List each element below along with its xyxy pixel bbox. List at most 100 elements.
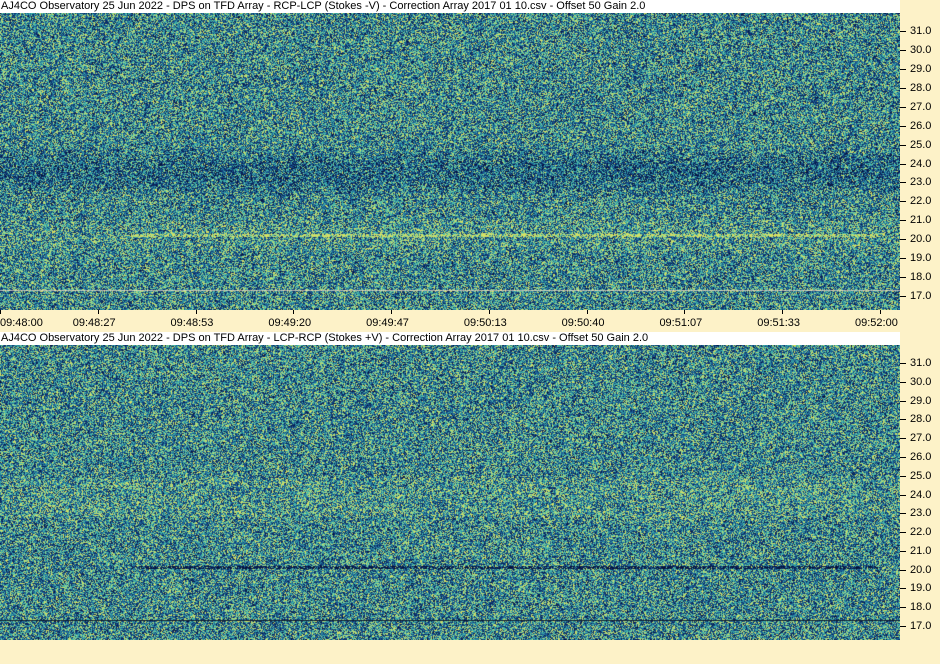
freq-tick-label: 31.0 — [910, 357, 932, 369]
tick-mark — [900, 87, 906, 89]
tick-mark — [900, 381, 906, 383]
freq-tick-label: 21.0 — [910, 544, 932, 557]
top-spectrogram[interactable] — [0, 13, 900, 310]
tick-mark — [293, 310, 295, 314]
top-freq-tick: 17.0 — [900, 290, 940, 302]
top-freq-tick: 31.0 — [900, 25, 940, 37]
bottom-freq-tick: 31.0 — [900, 357, 940, 369]
freq-tick-label: 22.0 — [910, 526, 932, 539]
bottom-freq-tick: 19.0 — [900, 582, 940, 594]
tick-mark — [900, 475, 906, 477]
freq-tick-label: 18.0 — [910, 271, 932, 284]
tick-mark — [900, 163, 906, 165]
bottom-frequency-axis: 31.0 30.0 29.0 28.0 27.0 26.0 25.0 24.0 23.0 22.0… — [900, 345, 940, 640]
freq-tick-label: 23.0 — [910, 176, 932, 189]
top-freq-tick: 24.0 — [900, 158, 940, 170]
time-tick-label: 09:50:40 — [561, 317, 605, 329]
freq-tick-label: 26.0 — [910, 119, 932, 132]
tick-mark — [900, 438, 906, 440]
time-tick-label: 09:52:00 — [855, 317, 898, 329]
top-freq-tick: 28.0 — [900, 82, 940, 94]
freq-tick-label: 25.0 — [910, 138, 932, 151]
freq-tick-label: 17.0 — [910, 620, 932, 632]
tick-mark — [900, 201, 906, 203]
bottom-freq-tick: 27.0 — [900, 432, 940, 444]
tick-mark — [900, 626, 906, 627]
top-freq-tick: 22.0 — [900, 195, 940, 207]
bottom-freq-tick: 24.0 — [900, 489, 940, 501]
freq-tick-label: 27.0 — [910, 100, 932, 113]
tick-mark — [391, 310, 393, 314]
time-tick-label: 09:49:47 — [366, 317, 409, 329]
tick-mark — [900, 588, 906, 590]
tick-mark — [900, 569, 906, 571]
tick-mark — [900, 363, 906, 364]
freq-tick-label: 26.0 — [910, 450, 932, 463]
top-freq-tick: 19.0 — [900, 252, 940, 264]
freq-tick-label: 28.0 — [910, 413, 932, 426]
tick-mark — [900, 456, 906, 458]
freq-tick-label: 20.0 — [910, 563, 932, 576]
time-tick-label: 09:48:53 — [170, 317, 214, 329]
freq-tick-label: 25.0 — [910, 469, 932, 482]
top-freq-tick: 30.0 — [900, 44, 940, 56]
freq-tick-label: 29.0 — [910, 62, 932, 75]
freq-tick-label: 30.0 — [910, 43, 932, 56]
tick-mark — [900, 144, 906, 146]
bottom-freq-tick: 30.0 — [900, 376, 940, 388]
top-freq-tick: 29.0 — [900, 63, 940, 75]
tick-mark — [900, 49, 906, 51]
tick-mark — [195, 310, 197, 314]
tick-mark — [900, 296, 906, 297]
time-tick-label: 09:49:20 — [268, 317, 312, 329]
bottom-freq-tick: 28.0 — [900, 413, 940, 425]
top-freq-tick: 18.0 — [900, 271, 940, 283]
freq-tick-label: 24.0 — [910, 488, 932, 501]
tick-mark — [488, 310, 490, 314]
bottom-freq-tick: 21.0 — [900, 545, 940, 557]
bottom-spectrogram[interactable] — [0, 345, 900, 640]
tick-mark — [900, 550, 906, 552]
tick-mark — [684, 310, 686, 314]
top-panel-title: AJ4CO Observatory 25 Jun 2022 - DPS on T… — [0, 0, 900, 13]
freq-tick-label: 22.0 — [910, 195, 932, 208]
tick-mark — [900, 607, 906, 609]
top-freq-tick: 23.0 — [900, 176, 940, 188]
time-tick-label: 09:51:33 — [757, 317, 801, 329]
top-freq-tick: 25.0 — [900, 139, 940, 151]
bottom-freq-tick: 25.0 — [900, 470, 940, 482]
freq-tick-label: 27.0 — [910, 432, 932, 445]
tick-mark — [900, 220, 906, 222]
bottom-freq-tick: 18.0 — [900, 601, 940, 613]
tick-mark — [586, 310, 588, 314]
top-freq-tick: 21.0 — [900, 214, 940, 226]
tick-mark — [900, 277, 906, 279]
tick-mark — [900, 125, 906, 127]
tick-mark — [900, 239, 906, 241]
tick-mark — [900, 400, 906, 402]
tick-mark — [900, 532, 906, 534]
tick-mark — [97, 310, 99, 314]
tick-mark — [880, 310, 881, 314]
bottom-freq-tick: 22.0 — [900, 526, 940, 538]
tick-mark — [782, 310, 784, 314]
freq-tick-label: 30.0 — [910, 375, 932, 388]
top-freq-tick: 20.0 — [900, 233, 940, 245]
tick-mark — [900, 182, 906, 184]
freq-tick-label: 29.0 — [910, 394, 932, 407]
freq-tick-label: 23.0 — [910, 507, 932, 520]
tick-mark — [900, 419, 906, 421]
bottom-freq-tick: 17.0 — [900, 620, 940, 632]
time-tick-label: 09:50:13 — [463, 317, 507, 329]
freq-tick-label: 31.0 — [910, 25, 932, 37]
freq-tick-label: 28.0 — [910, 81, 932, 94]
top-freq-tick: 27.0 — [900, 101, 940, 113]
tick-mark — [900, 513, 906, 515]
bottom-panel-title: AJ4CO Observatory 25 Jun 2022 - DPS on T… — [0, 332, 900, 345]
bottom-freq-tick: 29.0 — [900, 395, 940, 407]
tick-mark — [900, 258, 906, 260]
freq-tick-label: 19.0 — [910, 582, 932, 595]
time-axis: 09:48:00 09:48:27 09:48:53 09:49:20 09:49:47… — [0, 310, 940, 332]
tick-mark — [900, 106, 906, 108]
tick-mark — [0, 310, 1, 314]
